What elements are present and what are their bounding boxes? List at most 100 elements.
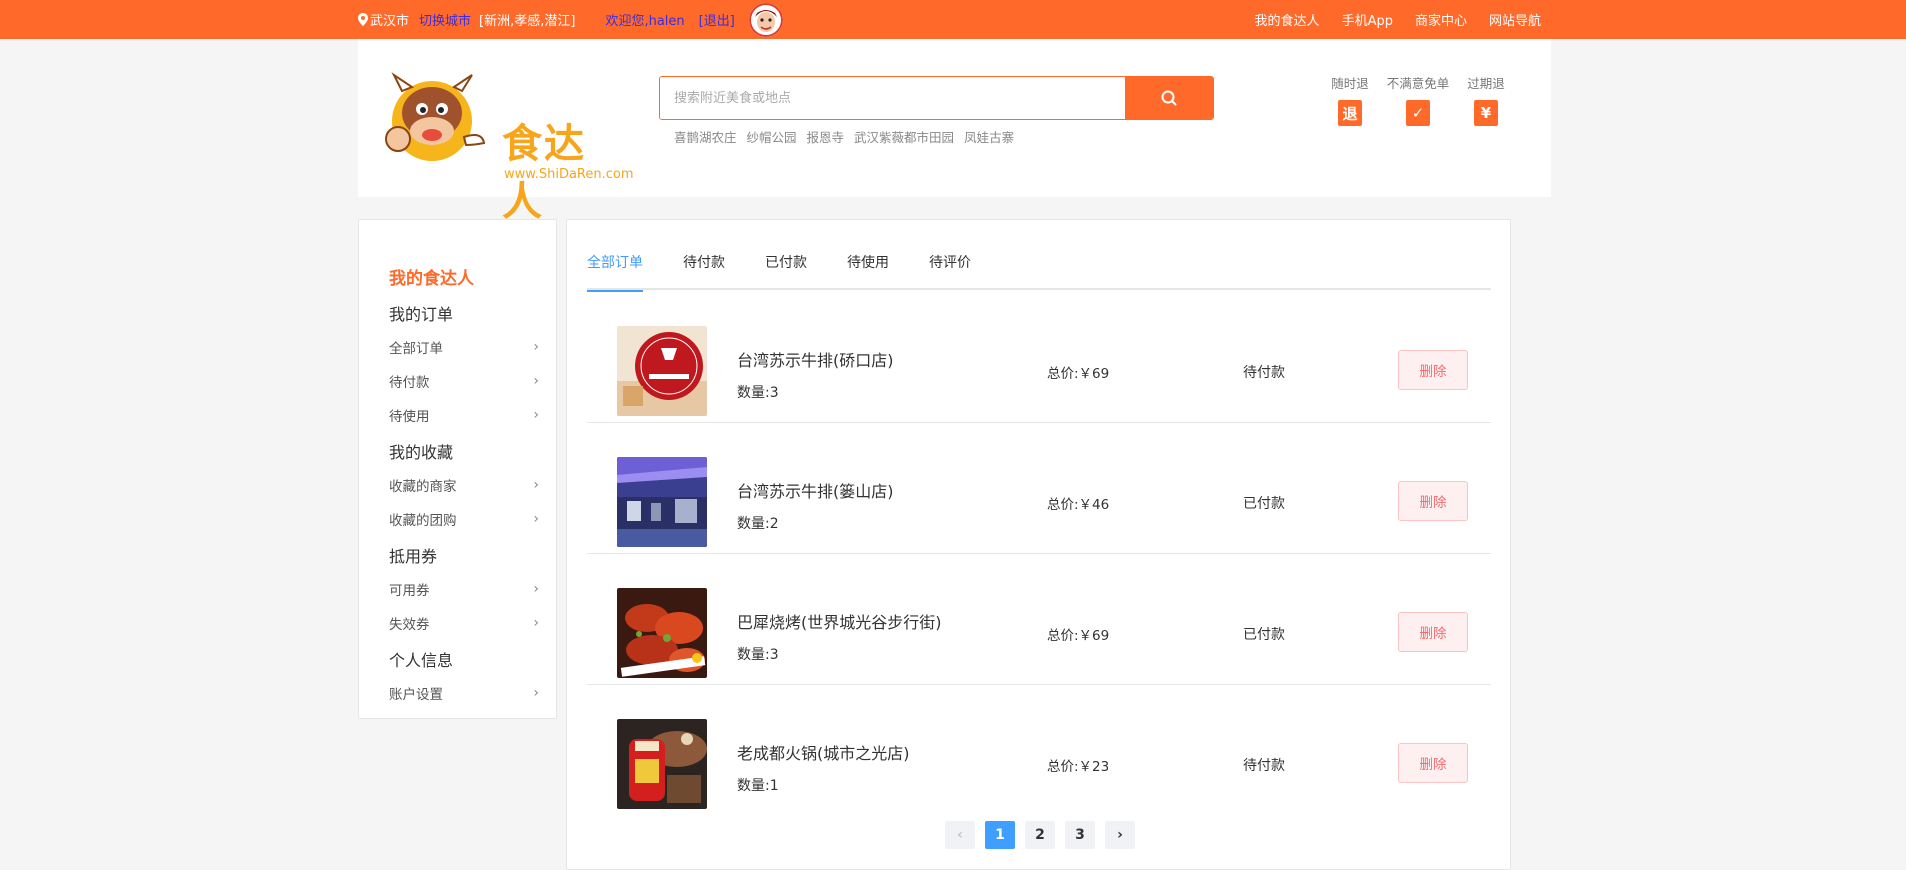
hot-keywords: 喜鹊湖农庄 纱帽公园 报恩寺 武汉紫薇都市田园 凤娃古寨 <box>674 127 1014 146</box>
order-shop-name[interactable]: 巴犀烧烤(世界城光谷步行街) <box>737 609 942 633</box>
order-quantity: 数量:1 <box>737 778 779 794</box>
sidebar-item-expired-vouchers[interactable]: 失效券 › <box>389 613 539 633</box>
delete-order-button[interactable]: 删除 <box>1398 743 1468 783</box>
tab-pending-payment[interactable]: 待付款 <box>683 252 725 290</box>
sidebar-item-label: 待使用 <box>389 409 430 425</box>
guarantee-label: 不满意免单 <box>1386 76 1450 91</box>
refund-icon: 退 <box>1338 100 1362 126</box>
page-button-3[interactable]: 3 <box>1065 821 1095 849</box>
top-bar: 武汉市 切换城市 [新洲,孝感,潜江] 欢迎您,halen [退出] 我的食达人… <box>0 0 1906 39</box>
logout-link[interactable]: [退出] <box>699 10 735 29</box>
chevron-right-icon: › <box>533 407 539 423</box>
order-image[interactable] <box>617 588 707 678</box>
guarantee-label: 过期退 <box>1467 76 1505 91</box>
order-image[interactable] <box>617 326 707 416</box>
order-tabs: 全部订单 待付款 已付款 待使用 待评价 <box>587 252 1491 292</box>
location-city: 武汉市 <box>370 14 410 29</box>
sidebar-item-fav-groupbuys[interactable]: 收藏的团购 › <box>389 509 539 529</box>
order-total-price: 总价:￥23 <box>1047 759 1110 775</box>
site-logo[interactable]: 食达人 www.ShiDaRen.com <box>384 69 634 225</box>
steak-logo-image <box>617 326 707 416</box>
order-shop-name[interactable]: 老成都火锅(城市之光店) <box>737 740 910 764</box>
guarantee-free-if-unsatisfied: 不满意免单 ✓ <box>1383 73 1453 126</box>
switch-city-link[interactable]: 切换城市 <box>419 10 471 29</box>
hot-keyword[interactable]: 纱帽公园 <box>747 127 797 146</box>
cow-mascot-icon <box>385 72 486 161</box>
nav-mobile-app[interactable]: 手机App <box>1342 10 1393 29</box>
guarantee-expire-refund: 过期退 ¥ <box>1451 73 1521 126</box>
hot-keyword[interactable]: 凤娃古寨 <box>964 127 1014 146</box>
order-quantity: 数量:2 <box>737 516 779 532</box>
next-page-button[interactable]: › <box>1105 821 1135 849</box>
delete-order-button[interactable]: 删除 <box>1398 612 1468 652</box>
sidebar-item-label: 待付款 <box>389 375 430 391</box>
hot-keyword[interactable]: 报恩寺 <box>807 127 845 146</box>
hotpot-image <box>617 719 707 809</box>
sidebar-group-favorites: 我的收藏 <box>389 443 454 462</box>
page-button-1[interactable]: 1 <box>985 821 1015 849</box>
sidebar-item-account-settings[interactable]: 账户设置 › <box>389 683 539 703</box>
page-button-2[interactable]: 2 <box>1025 821 1055 849</box>
pagination: ‹ 1 2 3 › <box>945 821 1135 849</box>
sidebar-item-valid-vouchers[interactable]: 可用券 › <box>389 579 539 599</box>
sidebar-item-all-orders[interactable]: 全部订单 › <box>389 337 539 357</box>
chevron-right-icon: › <box>533 581 539 597</box>
yuan-icon: ¥ <box>1474 100 1498 126</box>
order-row: 巴犀烧烤(世界城光谷步行街) 数量:3 总价:￥69 已付款 删除 <box>587 554 1491 685</box>
order-status: 待付款 <box>1243 365 1285 381</box>
delete-order-button[interactable]: 删除 <box>1398 481 1468 521</box>
order-image[interactable] <box>617 719 707 809</box>
nav-my-shidaren[interactable]: 我的食达人 <box>1255 10 1320 29</box>
check-icon: ✓ <box>1406 100 1430 126</box>
order-row: 台湾苏示牛排(篓山店) 数量:2 总价:￥46 已付款 删除 <box>587 423 1491 554</box>
chevron-right-icon: › <box>533 373 539 389</box>
sidebar-item-label: 收藏的团购 <box>389 513 457 529</box>
sidebar-item-label: 可用券 <box>389 583 430 599</box>
delete-order-button[interactable]: 删除 <box>1398 350 1468 390</box>
sidebar-group-vouchers: 抵用券 <box>389 547 438 566</box>
crayfish-image <box>617 588 707 678</box>
sidebar-group-profile: 个人信息 <box>389 651 454 670</box>
hot-keyword[interactable]: 武汉紫薇都市田园 <box>854 127 954 146</box>
search-button[interactable] <box>1125 77 1213 119</box>
sidebar-item-fav-merchants[interactable]: 收藏的商家 › <box>389 475 539 495</box>
top-bar-right: 我的食达人 手机App 商家中心 网站导航 <box>1255 0 1541 39</box>
chevron-right-icon: › <box>533 477 539 493</box>
tab-pending-use[interactable]: 待使用 <box>847 252 889 290</box>
order-status: 待付款 <box>1243 758 1285 774</box>
order-row: 老成都火锅(城市之光店) 数量:1 总价:￥23 待付款 删除 <box>587 685 1491 816</box>
order-shop-name[interactable]: 台湾苏示牛排(篓山店) <box>737 478 894 502</box>
chevron-right-icon: › <box>533 615 539 631</box>
tab-all-orders[interactable]: 全部订单 <box>587 252 643 292</box>
tab-pending-review[interactable]: 待评价 <box>929 252 971 290</box>
logo-url: www.ShiDaRen.com <box>504 167 634 182</box>
search-box <box>659 76 1214 120</box>
order-row: 台湾苏示牛排(硚口店) 数量:3 总价:￥69 待付款 删除 <box>587 292 1491 423</box>
avatar[interactable] <box>748 2 783 37</box>
order-quantity: 数量:3 <box>737 647 779 663</box>
welcome-text: 欢迎您,halen <box>605 14 685 29</box>
sidebar-item-pending-use[interactable]: 待使用 › <box>389 405 539 425</box>
sidebar-title[interactable]: 我的食达人 <box>389 264 474 289</box>
header: 食达人 www.ShiDaRen.com 喜鹊湖农庄 纱帽公园 报恩寺 武汉紫薇… <box>358 39 1551 225</box>
guarantee-label: 随时退 <box>1331 76 1369 91</box>
tab-paid[interactable]: 已付款 <box>765 252 807 290</box>
nearby-cities[interactable]: [新洲,孝感,潜江] <box>479 10 575 29</box>
sidebar-item-pending-payment[interactable]: 待付款 › <box>389 371 539 391</box>
nav-merchant-center[interactable]: 商家中心 <box>1415 10 1467 29</box>
order-image[interactable] <box>617 457 707 547</box>
chevron-right-icon: › <box>533 339 539 355</box>
nav-site-navigation[interactable]: 网站导航 <box>1489 10 1541 29</box>
sidebar-item-label: 账户设置 <box>389 687 443 703</box>
location[interactable]: 武汉市 <box>358 10 409 29</box>
search-input[interactable] <box>660 77 1130 119</box>
order-shop-name[interactable]: 台湾苏示牛排(硚口店) <box>737 347 894 371</box>
hot-keyword[interactable]: 喜鹊湖农庄 <box>674 127 737 146</box>
orders-panel: 全部订单 待付款 已付款 待使用 待评价 台湾苏示牛排(硚口店) 数量:3 总价… <box>566 219 1511 870</box>
order-total-price: 总价:￥69 <box>1047 628 1110 644</box>
prev-page-button[interactable]: ‹ <box>945 821 975 849</box>
sidebar-item-label: 收藏的商家 <box>389 479 457 495</box>
restaurant-interior-image <box>617 457 707 547</box>
order-total-price: 总价:￥69 <box>1047 366 1110 382</box>
sidebar: 我的食达人 我的订单 全部订单 › 待付款 › 待使用 › 我的收藏 收藏的商家 › 收… <box>358 219 557 719</box>
